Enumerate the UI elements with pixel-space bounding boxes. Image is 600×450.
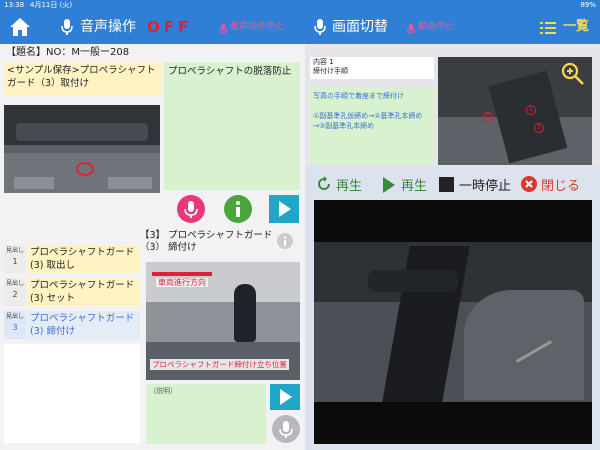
close-button[interactable]: 閉じる — [541, 175, 580, 194]
record-voice-button[interactable] — [177, 195, 205, 223]
zoom-in-icon[interactable] — [560, 61, 586, 87]
step-item-3[interactable]: 見出し 3 プロペラシャフトガード (3) 締付け — [4, 311, 140, 339]
video-frame[interactable] — [314, 200, 592, 444]
step-tag: 見出し 3 — [4, 311, 26, 339]
info-icon — [236, 201, 240, 217]
worker-position-photo[interactable]: 車両進行方向 プロペラシャフトガード締付け立ち位置 — [146, 262, 300, 380]
list-icon[interactable] — [540, 20, 556, 34]
voice-stop-button[interactable]: 音声操作停止 — [230, 10, 284, 44]
pause-button[interactable]: 一時停止 — [459, 175, 511, 194]
content-number: 内容 1 — [313, 58, 334, 66]
replay-button[interactable]: 再生 — [336, 175, 362, 194]
status-bar: 13:38 4月11日 (火) 89% — [0, 0, 600, 10]
sample-title-box: <サンプル保存>プロペラシャフトガード（3）取付け — [4, 62, 162, 96]
home-icon[interactable] — [8, 15, 32, 39]
status-time: 13:38 — [4, 1, 25, 9]
screen-switch-button[interactable]: 画面切替 — [332, 10, 388, 44]
step-tag: 見出し 2 — [4, 278, 26, 306]
step-label: プロペラシャフトガード (3) 締付け — [27, 311, 140, 339]
document-title: 【題名】NO：M一般ー208 — [6, 47, 130, 58]
position-caption: プロペラシャフトガード締付け立ち位置 — [150, 359, 289, 370]
direction-caption: 車両進行方向 — [156, 278, 208, 287]
step-label: プロペラシャフトガード (3) 取出し — [27, 245, 140, 273]
microphone-video-icon — [406, 21, 416, 34]
content-header: 内容 1 締付け手順 — [310, 57, 434, 79]
voice-operation-label: 音声操作 — [80, 19, 136, 35]
info-button[interactable] — [224, 195, 252, 223]
procedure-label: 締付け手順 — [313, 67, 348, 75]
play-arrow-icon — [279, 201, 291, 217]
app-header: 音声操作 OFF 音声操作停止 画面切替 動画停止 一覧 — [0, 10, 600, 44]
pause-icon[interactable] — [439, 177, 454, 192]
microphone-icon — [279, 421, 293, 438]
description-voice-button[interactable] — [272, 415, 300, 443]
status-battery: 89% — [580, 1, 596, 9]
description-box: （説明） — [146, 384, 266, 444]
play-icon[interactable] — [382, 176, 396, 194]
voice-state-indicator[interactable]: OFF — [147, 10, 192, 44]
play-button[interactable]: 再生 — [401, 175, 427, 194]
instruction-box: 写真の手順で着座まで締付け ①副基準孔仮締め→②基準孔本締め →③副基準孔本締め — [310, 88, 434, 164]
purpose-box: プロペラシャフトの脱落防止 — [164, 62, 300, 190]
replay-icon[interactable] — [316, 176, 332, 192]
next-button[interactable] — [269, 195, 299, 223]
section-info-icon[interactable] — [277, 233, 293, 249]
status-date: 4月11日 (火) — [30, 1, 73, 9]
step-label: プロペラシャフトガード (3) セット — [27, 278, 140, 306]
play-arrow-icon — [280, 389, 292, 405]
step-list-empty-area — [4, 344, 140, 443]
undercarriage-photo[interactable] — [4, 105, 160, 193]
close-icon[interactable] — [521, 176, 537, 192]
step-item-2[interactable]: 見出し 2 プロペラシャフトガード (3) セット — [4, 278, 140, 306]
microphone-switch-icon — [313, 18, 327, 36]
microphone-icon[interactable] — [60, 18, 74, 36]
step-tag: 見出し 1 — [4, 245, 26, 273]
section-heading: 【3】 プロペラシャフトガード （3） 締付け — [140, 230, 273, 253]
list-button[interactable]: 一覧 — [563, 10, 589, 44]
video-stop-button[interactable]: 動画停止 — [418, 10, 454, 44]
bolt-procedure-photo[interactable]: 2 1 3 — [438, 57, 592, 165]
step-item-1[interactable]: 見出し 1 プロペラシャフトガード (3) 取出し — [4, 245, 140, 273]
description-next-button[interactable] — [270, 384, 300, 410]
microphone-icon — [184, 201, 198, 218]
microphone-small-icon — [218, 21, 228, 34]
